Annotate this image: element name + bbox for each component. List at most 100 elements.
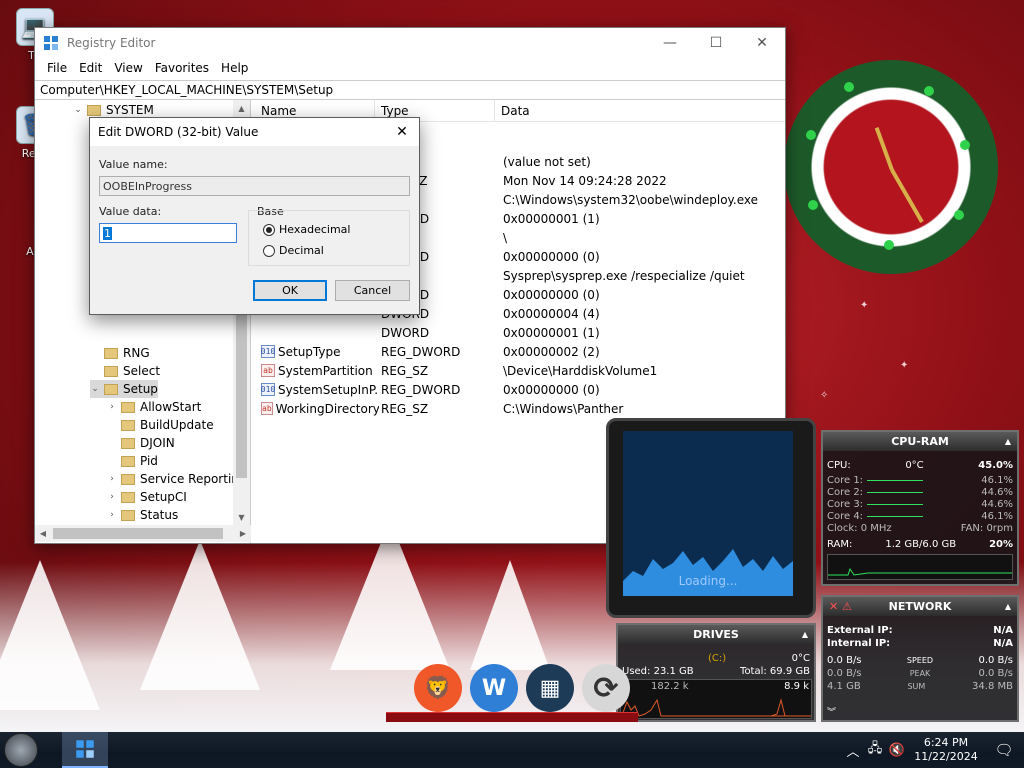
expand-arrow-icon[interactable]: › [107, 402, 117, 412]
clock-row: Clock: 0 MHz FAN: 0rpm [827, 522, 1013, 534]
expand-icon[interactable]: ︾ [827, 705, 836, 718]
title-bar[interactable]: Registry Editor — ☐ ✕ [35, 28, 785, 58]
drives-gadget: DRIVES ▲ (C:) 0°C Used: 23.1 GB Total: 6… [616, 623, 816, 722]
clock-hand [874, 127, 894, 171]
chevron-up-icon[interactable]: ︿ [842, 741, 864, 760]
tree-item[interactable]: › Status [107, 506, 178, 524]
scroll-right-icon[interactable]: ▶ [235, 525, 251, 542]
scroll-up-icon[interactable]: ▲ [233, 100, 250, 116]
collapse-icon[interactable]: ▲ [1005, 437, 1011, 446]
value-data: 0x00000002 (2) [503, 344, 600, 359]
address-path: Computer\HKEY_LOCAL_MACHINE\SYSTEM\Setup [40, 83, 334, 97]
core-row: Core 3: 44.6% [827, 498, 1013, 510]
collapse-arrow-icon[interactable]: ⌄ [73, 105, 83, 115]
value-data: 0x00000000 (0) [503, 249, 600, 264]
value-name-text: OOBEInProgress [103, 179, 192, 193]
tree-item[interactable]: DJOIN [107, 434, 175, 452]
value-data: 0x00000004 (4) [503, 306, 600, 321]
tree-item[interactable]: ⌄ Setup [90, 380, 158, 398]
dialog-close-button[interactable]: ✕ [385, 118, 419, 146]
menu-file[interactable]: File [41, 61, 73, 75]
wreath-light [806, 130, 816, 140]
tree-item[interactable]: RNG [90, 344, 150, 362]
collapse-arrow-icon[interactable]: ⌄ [90, 384, 100, 394]
upload-stat: 0.0 B/s [978, 654, 1013, 666]
dock-registry-icon[interactable]: ▦ [526, 664, 574, 712]
download-stat: 4.1 GB [827, 680, 861, 692]
close-button[interactable]: ✕ [739, 28, 785, 58]
tree-item[interactable]: Pid [107, 452, 158, 470]
value-data: C:\Windows\system32\oobe\windeploy.exe [503, 192, 759, 207]
drives-header[interactable]: DRIVES ▲ [618, 625, 814, 644]
external-ip-row: External IP: N/A [827, 624, 1013, 636]
external-ip-value: N/A [993, 624, 1013, 636]
stat-label: PEAK [909, 668, 931, 678]
clock-text: Clock: 0 MHz [827, 522, 892, 534]
tree-item[interactable]: Select [90, 362, 160, 380]
hexadecimal-radio[interactable]: Hexadecimal [263, 223, 350, 236]
value-row[interactable]: DWORD 0x00000001 (1) [255, 323, 600, 342]
tree-item[interactable]: BuildUpdate [107, 416, 214, 434]
menu-help[interactable]: Help [215, 61, 254, 75]
tree-item[interactable]: › AllowStart [107, 398, 201, 416]
expand-arrow-icon[interactable]: › [107, 474, 117, 484]
cpu-ram-header[interactable]: CPU-RAM ▲ [823, 432, 1017, 451]
collapse-icon[interactable]: ▲ [802, 630, 808, 639]
decimal-radio[interactable]: Decimal [263, 244, 324, 257]
menu-edit[interactable]: Edit [73, 61, 108, 75]
expand-arrow-icon[interactable]: › [107, 510, 117, 520]
scroll-left-icon[interactable]: ◀ [35, 525, 51, 542]
minimize-button[interactable]: — [647, 28, 693, 58]
dock-wise-care-icon[interactable]: W [470, 664, 518, 712]
tree-item-label: DJOIN [140, 436, 175, 450]
cancel-button[interactable]: Cancel [335, 280, 410, 301]
menu-view[interactable]: View [108, 61, 148, 75]
core-row: Core 2: 44.6% [827, 486, 1013, 498]
network-disconnected-icon[interactable]: 🖧 [864, 739, 886, 761]
collapse-icon[interactable]: ▲ [1005, 602, 1011, 611]
clock[interactable]: 6:24 PM 11/22/2024 [908, 736, 984, 764]
dock-refresh-icon[interactable]: ⟳ [582, 664, 630, 712]
value-row[interactable]: 010 SetupType REG_DWORD 0x00000002 (2) [255, 342, 600, 361]
value-data: Sysprep\sysprep.exe /respecialize /quiet [503, 268, 745, 283]
network-header[interactable]: ✕ ⚠ NETWORK ▲ [823, 597, 1017, 616]
value-row[interactable]: ab SystemPartition REG_SZ \Device\HarddiskV… [255, 361, 657, 380]
scroll-thumb[interactable] [53, 528, 223, 539]
cpu-temp: 0°C [905, 459, 924, 471]
notification-icon[interactable]: 🗨 [984, 741, 1024, 759]
core-value: 44.6% [981, 498, 1013, 510]
address-bar[interactable]: Computer\HKEY_LOCAL_MACHINE\SYSTEM\Setup [35, 80, 785, 100]
monitor-gadget: Loading... [606, 418, 816, 618]
taskbar-registry-editor[interactable] [62, 732, 108, 768]
folder-icon [104, 365, 118, 377]
tree-item-label: Select [123, 364, 161, 378]
value-name-field[interactable]: OOBEInProgress [99, 176, 410, 196]
tree-item-label: Setup [123, 382, 158, 396]
dock-brave-icon[interactable]: 🦁 [414, 664, 462, 712]
column-data[interactable]: Data [495, 100, 785, 121]
expand-arrow-icon[interactable]: › [107, 492, 117, 502]
scroll-down-icon[interactable]: ▼ [233, 509, 250, 525]
tree-item[interactable]: ›Software [90, 542, 176, 543]
dialog-title-bar[interactable]: Edit DWORD (32-bit) Value ✕ [90, 118, 419, 146]
value-row[interactable]: 010 SystemSetupInP... REG_DWORD 0x00000000 … [255, 380, 600, 399]
volume-muted-icon[interactable]: 🔇 [886, 743, 908, 758]
ok-button[interactable]: OK [253, 280, 327, 301]
sparkle: ✦ [900, 360, 909, 371]
start-button[interactable] [4, 733, 38, 767]
value-name: SystemPartition [278, 363, 373, 378]
tree-item[interactable]: › Service Reporting [107, 470, 246, 488]
maximize-button[interactable]: ☐ [693, 28, 739, 58]
value-data-input[interactable]: 1 [99, 223, 237, 243]
tree-item[interactable]: › SetupCI [107, 488, 187, 506]
tree-horizontal-scrollbar[interactable]: ◀ ▶ [35, 525, 251, 542]
value-row[interactable]: ab WorkingDirectory REG_SZ C:\Windows\Panth… [255, 399, 623, 418]
menu-favorites[interactable]: Favorites [149, 61, 215, 75]
cpu-ram-gadget: CPU-RAM ▲ CPU: 0°C 45.0% Core 1: 46.1% Cor… [821, 430, 1019, 586]
drives-title: DRIVES [693, 628, 739, 641]
network-title: NETWORK [888, 600, 952, 613]
binary-value-icon: 010 [260, 345, 276, 358]
core-label: Core 2: [827, 486, 864, 498]
wreath-light [844, 82, 854, 92]
dialog-title: Edit DWORD (32-bit) Value [98, 125, 259, 139]
